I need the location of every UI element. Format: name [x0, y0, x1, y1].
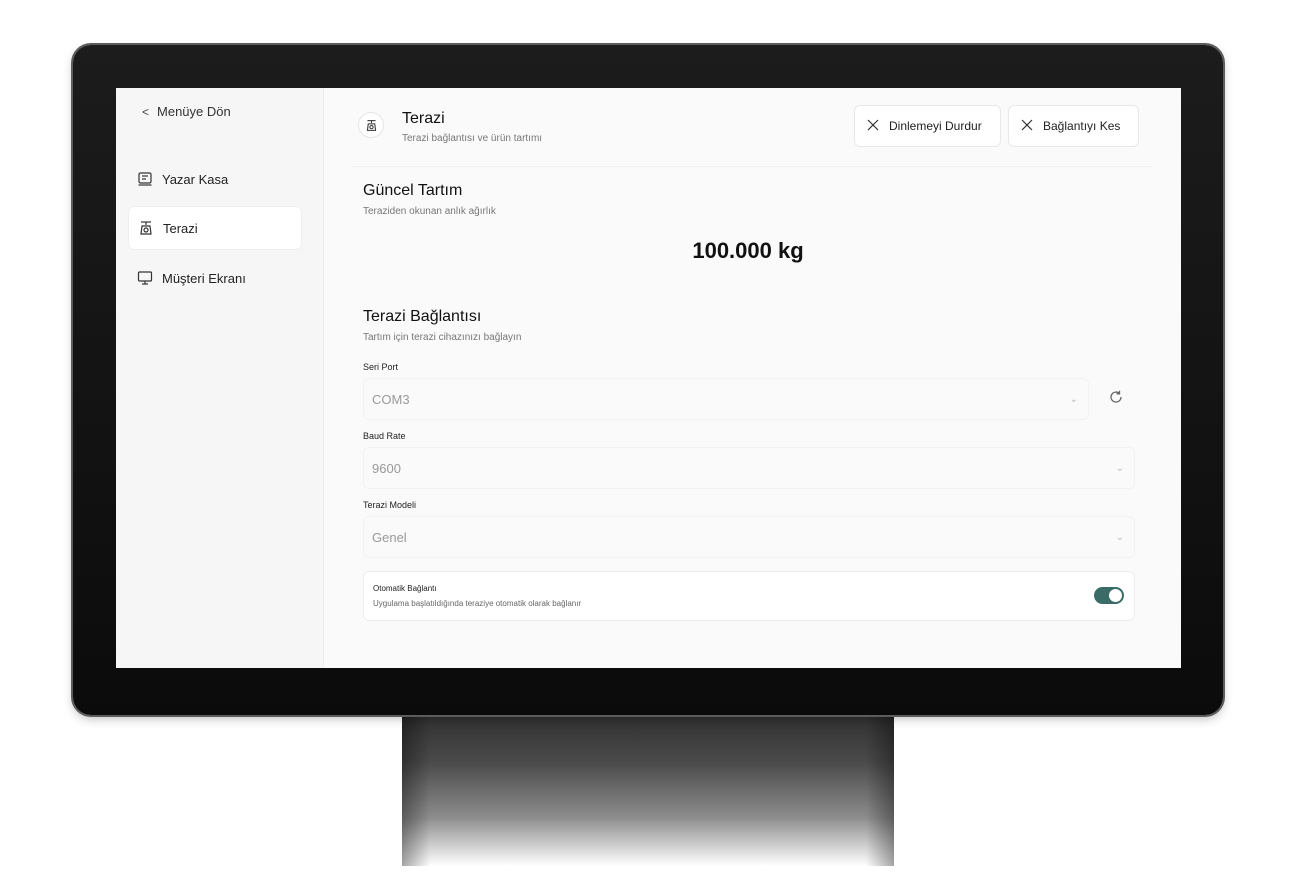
current-weight-subtitle: Teraziden okunan anlık ağırlık [363, 206, 496, 217]
auto-connect-title: Otomatik Bağlantı [373, 584, 437, 593]
sidebar-item-musteri-ekrani[interactable]: Müşteri Ekranı [128, 256, 302, 300]
serial-port-value: COM3 [372, 391, 410, 407]
auto-connect-description: Uygulama başlatıldığında teraziye otomat… [373, 599, 582, 608]
serial-port-select[interactable]: COM3 ⌄ [363, 378, 1089, 420]
page-header: Terazi Terazi bağlantısı ve ürün tartımı… [352, 88, 1152, 167]
refresh-icon [1108, 389, 1124, 410]
disconnect-button[interactable]: Bağlantıyı Kes [1008, 105, 1139, 147]
serial-port-label: Seri Port [363, 362, 399, 372]
sidebar-item-label: Müşteri Ekranı [162, 270, 246, 286]
close-icon [1021, 119, 1033, 134]
app-screen: < Menüye Dön Yazar Kasa Terazi Müşteri E… [116, 88, 1181, 668]
monitor-stand [402, 706, 894, 866]
sidebar-item-yazar-kasa[interactable]: Yazar Kasa [128, 157, 302, 201]
page-title: Terazi [402, 110, 445, 127]
monitor-icon [137, 270, 153, 286]
chevron-down-icon: ⌄ [1115, 531, 1124, 543]
baud-rate-label: Baud Rate [363, 431, 406, 441]
sidebar-item-label: Yazar Kasa [162, 171, 229, 187]
chevron-down-icon: ⌄ [1069, 393, 1078, 405]
refresh-ports-button[interactable] [1097, 378, 1135, 420]
toggle-knob [1109, 589, 1122, 602]
stop-listening-label: Dinlemeyi Durdur [889, 119, 982, 133]
disconnect-label: Bağlantıyı Kes [1043, 119, 1121, 133]
back-label: Menüye Dön [157, 104, 231, 119]
connection-subtitle: Tartım için terazi cihazınızı bağlayın [363, 332, 522, 343]
scale-model-value: Genel [372, 529, 407, 545]
auto-connect-card: Otomatik Bağlantı Uygulama başlatıldığın… [363, 571, 1135, 621]
main-content: Terazi Terazi bağlantısı ve ürün tartımı… [324, 88, 1181, 668]
connection-title: Terazi Bağlantısı [363, 308, 482, 325]
back-to-menu-link[interactable]: < Menüye Dön [142, 104, 231, 119]
scale-icon [138, 220, 154, 236]
close-icon [867, 119, 879, 134]
scale-model-select[interactable]: Genel ⌄ [363, 516, 1135, 558]
page-subtitle: Terazi bağlantısı ve ürün tartımı [402, 133, 543, 144]
baud-rate-select[interactable]: 9600 ⌄ [363, 447, 1135, 489]
sidebar-item-terazi[interactable]: Terazi [128, 206, 302, 250]
scale-model-label: Terazi Modeli [363, 500, 417, 510]
sidebar-item-label: Terazi [163, 220, 198, 236]
current-weight-title: Güncel Tartım [363, 182, 463, 199]
baud-rate-value: 9600 [372, 460, 401, 476]
stop-listening-button[interactable]: Dinlemeyi Durdur [854, 105, 1001, 147]
chevron-down-icon: ⌄ [1115, 462, 1124, 474]
auto-connect-toggle[interactable] [1094, 587, 1124, 604]
weight-readout: 100.000 kg [692, 238, 804, 263]
sidebar: < Menüye Dön Yazar Kasa Terazi Müşteri E… [116, 88, 324, 668]
scale-icon [358, 112, 384, 138]
chevron-left-icon: < [142, 104, 150, 119]
register-icon [137, 171, 153, 187]
